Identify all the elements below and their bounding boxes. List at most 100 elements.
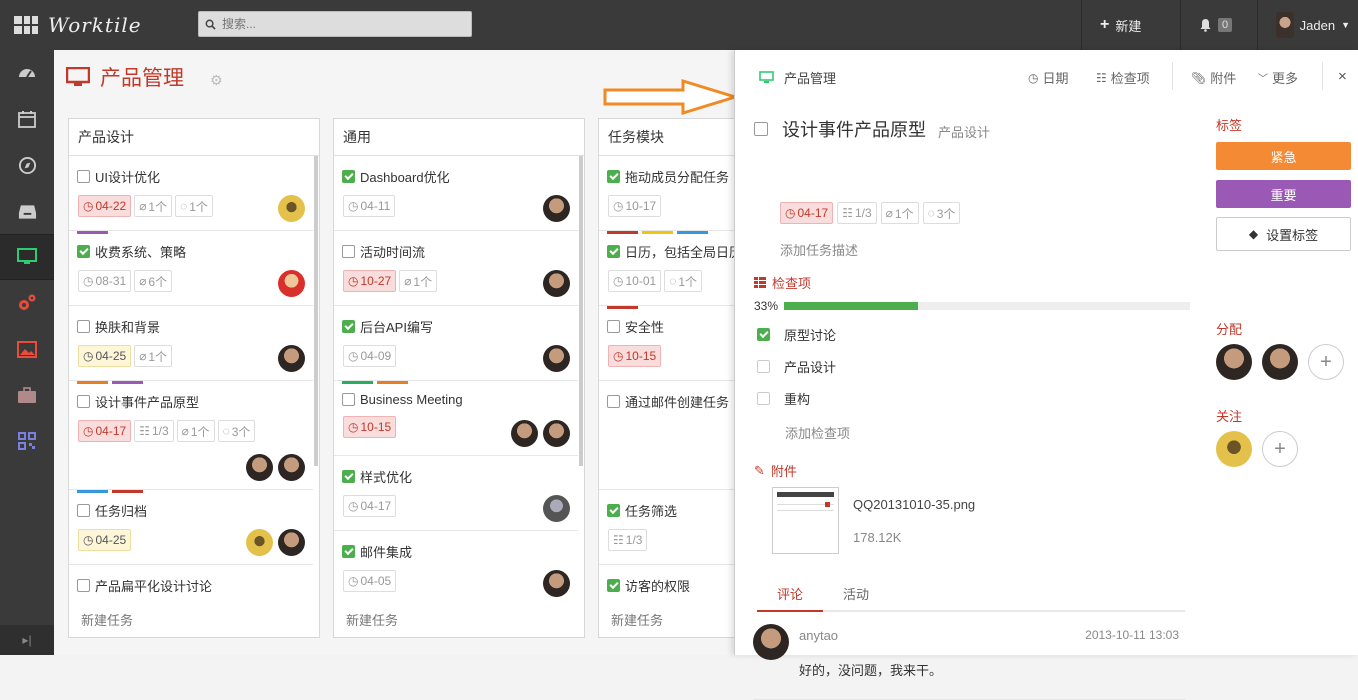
task-title[interactable]: 日历，包括全局日历，任务在日历的创 — [625, 242, 751, 261]
task-card[interactable]: 任务归档 ◷ 04-25 — [69, 490, 313, 565]
task-checkbox[interactable] — [77, 395, 90, 408]
search-box[interactable] — [198, 11, 472, 37]
member-avatar[interactable] — [511, 420, 538, 447]
column-scrollbar[interactable] — [579, 156, 583, 466]
tag-important[interactable]: 重要 — [1216, 180, 1351, 208]
task-title[interactable]: 通过邮件创建任务 — [625, 392, 729, 411]
new-task-link[interactable]: 新建任务 — [346, 610, 398, 629]
task-checkbox[interactable] — [77, 504, 90, 517]
checklist-item-label[interactable]: 重构 — [784, 389, 810, 408]
checklist-item-checkbox[interactable] — [757, 359, 770, 373]
task-checkbox[interactable] — [77, 320, 90, 333]
task-card[interactable]: 活动时间流 ◷ 10-27 ⌀ 1个 — [334, 231, 578, 306]
due-date-badge[interactable]: ◷ 04-17 — [780, 202, 834, 224]
sidebar-item-explore[interactable] — [0, 142, 54, 188]
task-title[interactable]: UI设计优化 — [95, 167, 160, 186]
column-scrollbar[interactable] — [314, 156, 318, 466]
task-checkbox[interactable] — [607, 395, 620, 408]
sidebar-item-project-briefcase[interactable] — [0, 372, 54, 418]
task-title[interactable]: 设计事件产品原型 — [782, 116, 926, 142]
task-card[interactable]: 后台API编写 ◷ 04-09 — [334, 306, 578, 381]
member-avatar[interactable] — [278, 454, 305, 481]
task-checkbox[interactable] — [342, 320, 355, 333]
tab-activity[interactable]: 活动 — [823, 580, 889, 610]
task-card[interactable]: 收费系统、策略 ◷ 08-31 ⌀ 6个 — [69, 231, 313, 306]
task-title[interactable]: 任务筛选 — [625, 501, 677, 520]
member-avatar[interactable] — [246, 454, 273, 481]
task-title[interactable]: 安全性 — [625, 317, 664, 336]
member-avatar[interactable] — [543, 495, 570, 522]
attach-action-button[interactable]: 📎︎ 附件 — [1191, 68, 1236, 87]
task-card[interactable]: 安全性 ◷ 10-15 — [599, 306, 751, 381]
task-title[interactable]: Dashboard优化 — [360, 167, 450, 186]
new-task-link[interactable]: 新建任务 — [81, 610, 133, 629]
follower-avatar[interactable] — [1216, 431, 1252, 467]
attachment-thumbnail[interactable] — [772, 487, 839, 554]
add-description-link[interactable]: 添加任务描述 — [780, 240, 858, 259]
task-title[interactable]: 后台API编写 — [360, 317, 433, 336]
tab-comments[interactable]: 评论 — [757, 580, 824, 612]
task-title[interactable]: 换肤和背景 — [95, 317, 160, 336]
search-input[interactable] — [222, 17, 462, 31]
sidebar-collapse-button[interactable]: ▸| — [0, 625, 54, 655]
checklist-item-label[interactable]: 原型讨论 — [784, 325, 836, 344]
sidebar-item-project-product[interactable] — [0, 234, 54, 280]
task-complete-checkbox[interactable] — [754, 122, 768, 136]
more-action-button[interactable]: ﹀ 更多 — [1258, 68, 1298, 87]
task-card[interactable]: 日历，包括全局日历，任务在日历的创◷10-01◌1个 — [599, 231, 751, 306]
task-checkbox[interactable] — [342, 470, 355, 483]
checklist-item-checkbox[interactable] — [757, 327, 770, 341]
task-title[interactable]: 样式优化 — [360, 467, 412, 486]
task-card[interactable]: Dashboard优化 ◷ 04-11 — [334, 156, 578, 231]
column-title[interactable]: 产品设计 — [69, 119, 319, 156]
task-title[interactable]: 邮件集成 — [360, 542, 412, 561]
new-button[interactable]: + 新建 — [1081, 0, 1180, 50]
member-avatar[interactable] — [543, 195, 570, 222]
task-checkbox[interactable] — [342, 170, 355, 183]
checklist-item-checkbox[interactable] — [757, 391, 770, 405]
sidebar-item-inbox[interactable] — [0, 188, 54, 234]
member-avatar[interactable] — [278, 270, 305, 297]
new-task-link[interactable]: 新建任务 — [611, 610, 663, 629]
panel-breadcrumb[interactable]: 产品管理 — [759, 68, 836, 87]
comment-author[interactable]: anytao — [799, 628, 838, 643]
assignee-avatar[interactable] — [1216, 344, 1252, 380]
checklist-action-button[interactable]: ☷ 检查项 — [1096, 68, 1150, 87]
sidebar-item-calendar[interactable] — [0, 96, 54, 142]
task-title[interactable]: 设计事件产品原型 — [95, 392, 199, 411]
task-checkbox[interactable] — [607, 504, 620, 517]
task-card[interactable]: 产品扁平化设计讨论 — [69, 565, 313, 605]
task-checkbox[interactable] — [342, 393, 355, 406]
user-menu[interactable]: Jaden ▼ — [1257, 0, 1358, 50]
add-checklist-item-link[interactable]: 添加检查项 — [785, 423, 850, 442]
sidebar-item-project-image[interactable] — [0, 326, 54, 372]
task-title[interactable]: 拖动成员分配任务 — [625, 167, 729, 186]
task-checkbox[interactable] — [607, 170, 620, 183]
task-card[interactable]: Business Meeting ◷ 10-15 — [334, 381, 578, 456]
task-card[interactable]: 样式优化 ◷ 04-17 — [334, 456, 578, 531]
member-avatar[interactable] — [278, 345, 305, 372]
member-avatar[interactable] — [543, 270, 570, 297]
date-action-button[interactable]: ◷ 日期 — [1028, 68, 1069, 87]
task-card[interactable]: 通过邮件创建任务 — [599, 381, 751, 490]
task-title[interactable]: 任务归档 — [95, 501, 147, 520]
app-logo[interactable]: Worktile — [14, 13, 142, 37]
task-card[interactable]: 任务筛选 ☷ 1/3 — [599, 490, 751, 565]
sidebar-item-project-gears[interactable] — [0, 280, 54, 326]
task-checkbox[interactable] — [77, 579, 90, 592]
task-checkbox[interactable] — [77, 170, 90, 183]
task-card[interactable]: 访客的权限 — [599, 565, 751, 605]
member-avatar[interactable] — [543, 420, 570, 447]
task-card[interactable]: 换肤和背景 ◷ 04-25 ⌀ 1个 — [69, 306, 313, 381]
add-follower-button[interactable]: + — [1262, 431, 1298, 467]
assignee-avatar[interactable] — [1262, 344, 1298, 380]
sidebar-item-project-qr[interactable] — [0, 418, 54, 464]
task-card[interactable]: 设计事件产品原型 ◷ 04-17 ☷ 1/3 ⌀ 1个 ◌ 3个 — [69, 381, 313, 490]
attachment-file-name[interactable]: QQ20131010-35.png — [853, 497, 975, 512]
task-checkbox[interactable] — [607, 320, 620, 333]
task-checkbox[interactable] — [607, 579, 620, 592]
close-panel-button[interactable]: × — [1338, 68, 1347, 85]
task-checkbox[interactable] — [77, 245, 90, 258]
column-title[interactable]: 通用 — [334, 119, 584, 156]
task-title[interactable]: 访客的权限 — [625, 576, 690, 595]
